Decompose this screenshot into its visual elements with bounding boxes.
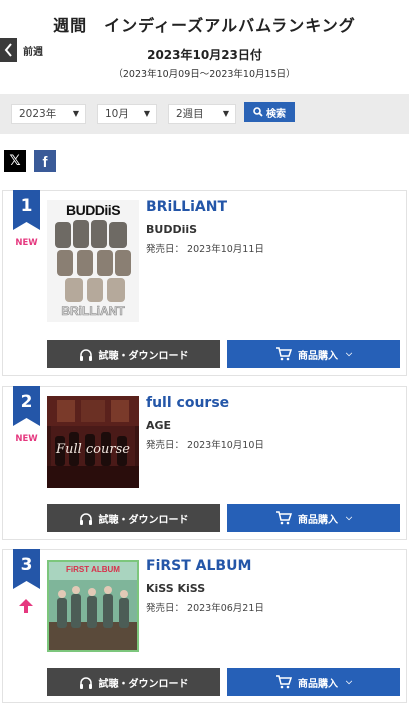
purchase-button[interactable]: 商品購入 ⌵ (227, 668, 400, 696)
filter-bar: 2023年 ▼ 10月 ▼ 2週目 ▼ (0, 94, 409, 134)
release-date-label: 発売日： (146, 603, 185, 614)
release-date: 発売日： 2023年10月10日 (146, 437, 264, 451)
purchase-button[interactable]: 商品購入 ⌵ (227, 504, 400, 532)
release-date-label: 発売日： (146, 244, 185, 255)
chevron-down-icon: ⌵ (345, 677, 353, 686)
listen-download-button[interactable]: 試聴・ダウンロード (47, 340, 220, 368)
release-date: 発売日： 2023年10月11日 (146, 241, 264, 255)
release-date-value: 2023年10月11日 (187, 244, 264, 255)
cover-album-text: Full course (56, 442, 130, 457)
new-badge: NEW (15, 434, 38, 444)
release-date-label: 発売日： (146, 440, 185, 451)
listen-download-button[interactable]: 試聴・ダウンロード (47, 668, 220, 696)
cover-album-text: FiRST ALBUM (66, 565, 120, 574)
album-cover[interactable]: FiRST ALBUM (47, 560, 139, 652)
headphones-icon (79, 676, 92, 689)
purchase-label: 商品購入 (297, 678, 338, 690)
ranking-item: 1 NEW BUDDiiS BRiLLiANT BRiLLiANT BUDDii… (2, 190, 407, 376)
dropdown-caret-icon: ▼ (222, 109, 229, 118)
artist-name: BUDDiiS (146, 223, 198, 236)
listen-download-label: 試聴・ダウンロード (98, 514, 189, 526)
headphones-icon (79, 512, 92, 525)
ranking-item: 2 NEW Full course full course AGE 発売日： 2… (2, 386, 407, 540)
month-select[interactable]: 10月 ▼ (97, 104, 157, 124)
week-select-value: 2週目 (176, 108, 204, 120)
purchase-label: 商品購入 (297, 350, 338, 362)
share-facebook-button[interactable]: f (34, 150, 56, 172)
chevron-down-icon: ⌵ (345, 513, 353, 522)
week-select[interactable]: 2週目 ▼ (168, 104, 236, 124)
dropdown-caret-icon: ▼ (72, 109, 79, 118)
artist-name: AGE (146, 419, 172, 432)
share-x-button[interactable]: 𝕏 (4, 150, 26, 172)
album-title[interactable]: BRiLLiANT (146, 199, 227, 215)
album-title[interactable]: full course (146, 395, 229, 411)
search-button[interactable]: 検索 (244, 102, 295, 122)
facebook-logo-icon: f (42, 154, 48, 171)
purchase-button[interactable]: 商品購入 ⌵ (227, 340, 400, 368)
year-select[interactable]: 2023年 ▼ (11, 104, 86, 124)
album-cover[interactable]: BUDDiiS BRiLLiANT (47, 200, 139, 322)
cover-album-text: BRiLLiANT (61, 304, 125, 319)
cart-icon (275, 347, 292, 361)
headphones-icon (79, 348, 92, 361)
cart-icon (275, 511, 292, 525)
cart-icon (275, 675, 292, 689)
month-select-value: 10月 (105, 108, 129, 120)
rank-number: 3 (13, 549, 40, 589)
purchase-label: 商品購入 (297, 514, 338, 526)
ranking-item: 3 FiRST ALBUM FiRST ALBUM KiSS KiSS 発売日：… (2, 549, 407, 703)
artist-name: KiSS KiSS (146, 582, 206, 595)
x-logo-icon: 𝕏 (9, 153, 21, 169)
cover-logo-text: BUDDiiS (65, 202, 121, 218)
listen-download-label: 試聴・ダウンロード (98, 350, 189, 362)
chevron-down-icon: ⌵ (345, 349, 353, 358)
page-title: 週間 インディーズアルバムランキング (53, 16, 356, 35)
search-button-label: 検索 (266, 108, 286, 120)
release-date-value: 2023年10月10日 (187, 440, 264, 451)
dropdown-caret-icon: ▼ (143, 109, 150, 118)
listen-download-button[interactable]: 試聴・ダウンロード (47, 504, 220, 532)
rank-number: 1 (13, 190, 40, 230)
year-select-value: 2023年 (19, 108, 57, 120)
new-badge: NEW (15, 238, 38, 248)
album-title[interactable]: FiRST ALBUM (146, 558, 251, 574)
release-date-value: 2023年06月21日 (187, 603, 264, 614)
ranking-header: 週間 インディーズアルバムランキング 前週 2023年10月23日付 （2023… (0, 0, 409, 94)
rank-up-arrow-icon (19, 599, 33, 613)
album-cover[interactable]: Full course (47, 396, 139, 488)
release-date: 発売日： 2023年06月21日 (146, 600, 264, 614)
rank-number: 2 (13, 386, 40, 426)
chart-date: 2023年10月23日付 (147, 48, 262, 62)
chart-date-range: （2023年10月09日〜2023年10月15日） (113, 69, 296, 80)
search-icon (253, 107, 263, 117)
listen-download-label: 試聴・ダウンロード (98, 678, 189, 690)
